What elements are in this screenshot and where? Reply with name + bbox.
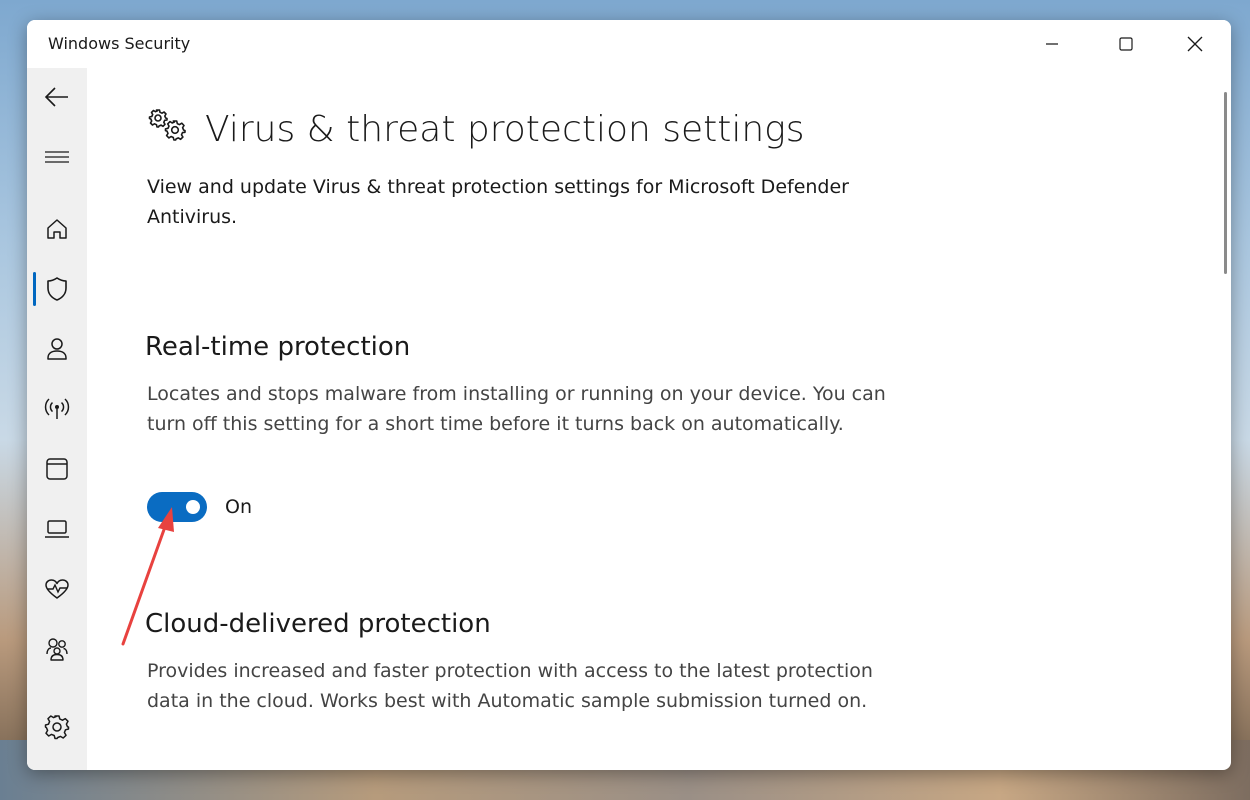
heartbeat-icon	[45, 579, 69, 599]
title-bar: Windows Security	[27, 20, 1231, 68]
minimize-button[interactable]	[1019, 20, 1085, 68]
section-title-real-time-protection: Real-time protection	[145, 332, 411, 362]
scrollbar-thumb[interactable]	[1224, 92, 1227, 274]
windows-security-window: Windows Security Virus & threat protecti…	[27, 20, 1231, 770]
page-title: Virus & threat protection settings	[205, 109, 805, 150]
nav-settings[interactable]	[27, 705, 87, 749]
nav-device-security[interactable]	[27, 507, 87, 551]
nav-firewall-network[interactable]	[27, 387, 87, 431]
section-title-cloud-delivered-protection: Cloud-delivered protection	[145, 609, 491, 639]
account-icon	[47, 338, 67, 360]
laptop-icon	[45, 520, 69, 538]
settings-gears-icon	[148, 109, 186, 141]
section-description-cloud-delivered-protection: Provides increased and faster protection…	[147, 660, 873, 712]
nav-virus-threat-protection[interactable]	[27, 267, 87, 311]
toggle-knob	[186, 500, 200, 514]
navigation-sidebar	[27, 68, 87, 770]
nav-app-browser-control[interactable]	[27, 447, 87, 491]
nav-home[interactable]	[27, 207, 87, 251]
real-time-protection-toggle[interactable]	[147, 492, 207, 522]
window-title: Windows Security	[48, 34, 191, 53]
home-icon	[47, 219, 67, 239]
real-time-protection-toggle-label: On	[225, 496, 252, 518]
shield-icon	[47, 277, 67, 301]
main-content: Virus & threat protection settings View …	[87, 68, 1231, 770]
app-browser-icon	[46, 458, 68, 480]
menu-button[interactable]	[27, 135, 87, 179]
hamburger-menu-icon	[45, 151, 69, 163]
nav-family-options[interactable]	[27, 627, 87, 671]
back-arrow-icon	[44, 87, 68, 107]
close-button[interactable]	[1162, 20, 1228, 68]
nav-account-protection[interactable]	[27, 327, 87, 371]
maximize-icon	[1119, 37, 1133, 51]
family-icon	[46, 638, 68, 661]
back-button[interactable]	[27, 75, 87, 119]
gear-icon	[44, 715, 70, 740]
nav-device-performance-health[interactable]	[27, 567, 87, 611]
minimize-icon	[1046, 43, 1058, 45]
maximize-button[interactable]	[1093, 20, 1159, 68]
page-description: View and update Virus & threat protectio…	[147, 176, 849, 228]
wireless-icon	[44, 398, 70, 419]
close-icon	[1187, 36, 1203, 52]
section-description-real-time-protection: Locates and stops malware from installin…	[147, 383, 886, 435]
